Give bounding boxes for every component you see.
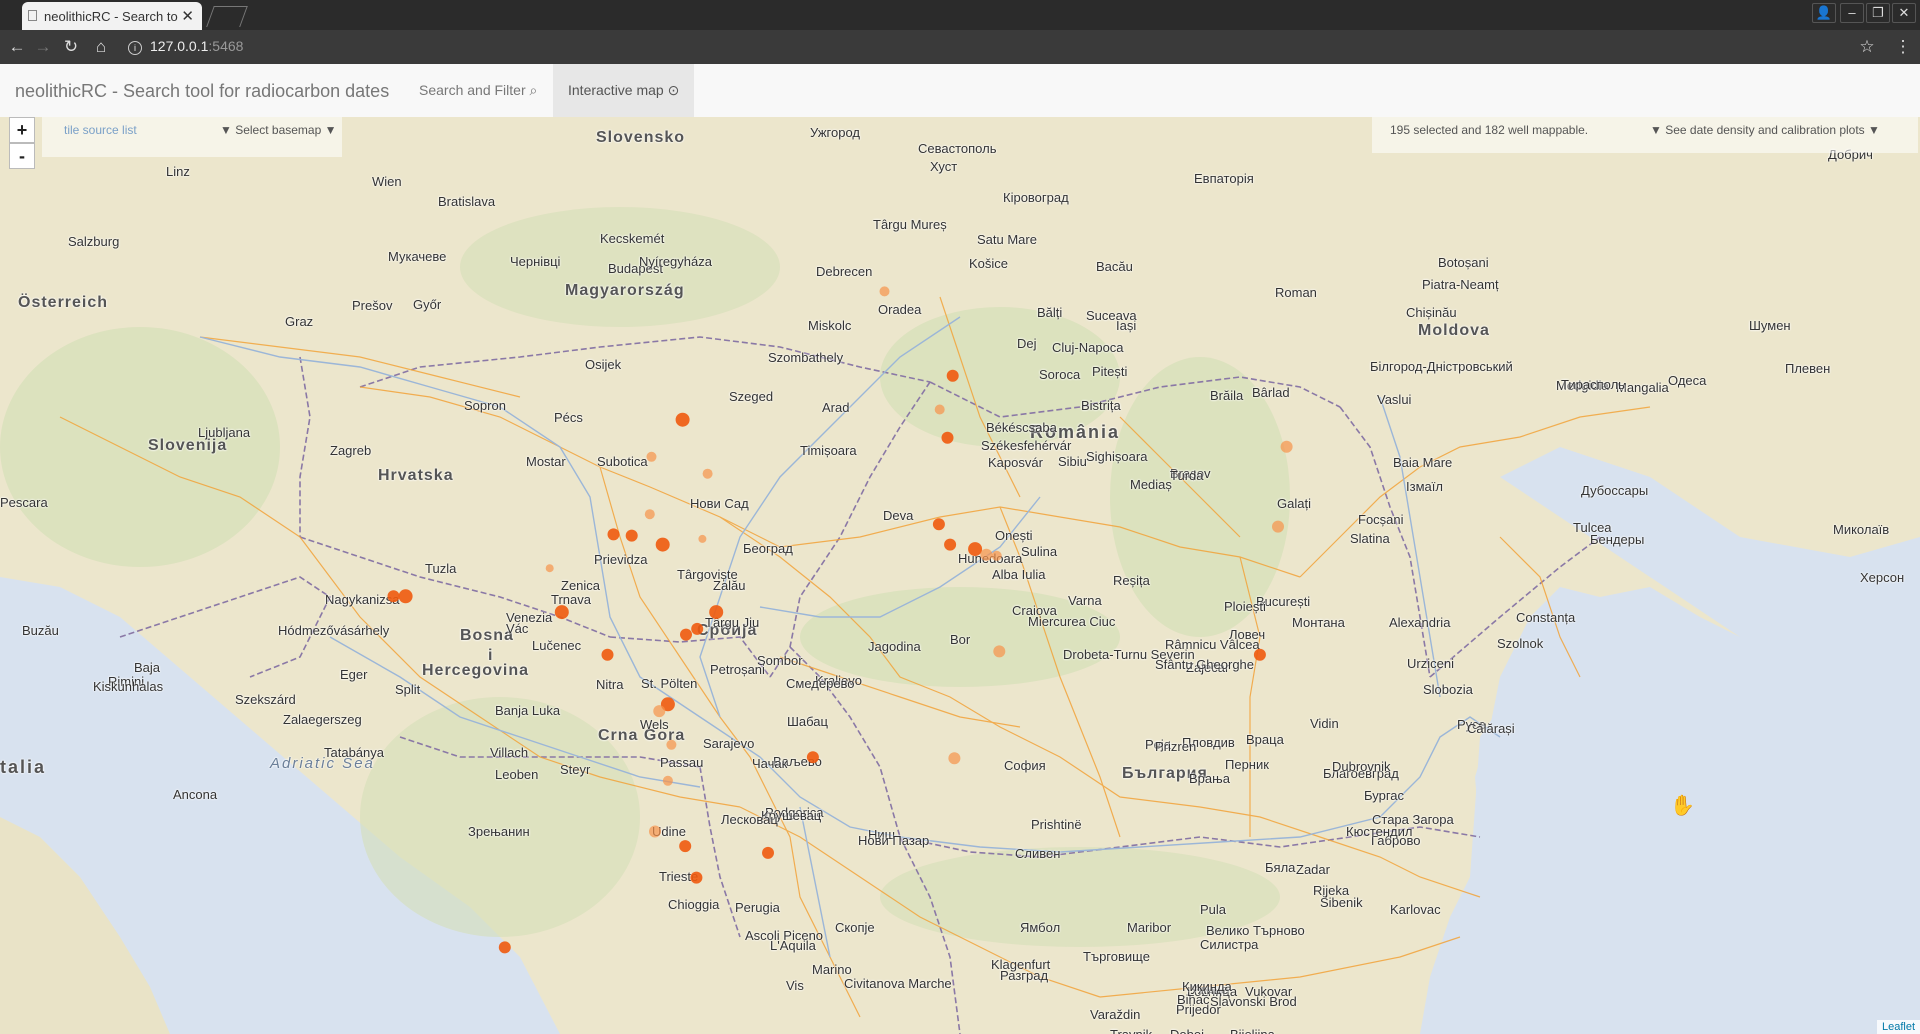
zoom-out-button[interactable]: - xyxy=(9,143,35,169)
browser-tab-title: neolithicRC - Search to xyxy=(44,9,178,24)
radiocarbon-site-marker[interactable] xyxy=(545,564,554,573)
home-icon[interactable]: ⌂ xyxy=(90,36,112,58)
back-icon[interactable]: ← xyxy=(6,36,28,58)
radiocarbon-site-marker[interactable] xyxy=(625,529,638,542)
zoom-in-button[interactable]: + xyxy=(9,117,35,143)
radiocarbon-site-marker[interactable] xyxy=(607,528,620,541)
address-bar[interactable]: i 127.0.0.1:5468 xyxy=(128,38,243,55)
bookmark-star-icon[interactable]: ☆ xyxy=(1856,36,1878,58)
radiocarbon-site-marker[interactable] xyxy=(709,605,724,620)
radiocarbon-site-marker[interactable] xyxy=(1280,440,1293,453)
radiocarbon-site-marker[interactable] xyxy=(653,705,666,718)
radiocarbon-site-marker[interactable] xyxy=(934,404,945,415)
radiocarbon-site-marker[interactable] xyxy=(698,534,707,543)
radiocarbon-site-marker[interactable] xyxy=(879,286,890,297)
radiocarbon-site-marker[interactable] xyxy=(666,739,677,750)
radiocarbon-site-marker[interactable] xyxy=(554,605,569,620)
profile-icon[interactable]: 👤 xyxy=(1812,3,1836,23)
document-icon xyxy=(28,10,37,21)
radiocarbon-site-marker[interactable] xyxy=(675,412,690,427)
browser-tab-bar: neolithicRC - Search to ✕ 👤 – ❐ ✕ xyxy=(0,0,1920,30)
app-navbar: neolithicRC - Search tool for radiocarbo… xyxy=(0,64,1920,118)
radiocarbon-site-marker[interactable] xyxy=(1253,648,1266,661)
radiocarbon-site-marker[interactable] xyxy=(702,468,713,479)
radiocarbon-markers-layer xyxy=(387,286,1293,954)
radiocarbon-site-marker[interactable] xyxy=(601,648,614,661)
radiocarbon-site-marker[interactable] xyxy=(968,542,983,557)
radiocarbon-site-marker[interactable] xyxy=(980,548,993,561)
radiocarbon-site-marker[interactable] xyxy=(680,628,692,641)
url-port: :5468 xyxy=(208,38,244,54)
radiocarbon-site-marker[interactable] xyxy=(1272,520,1284,533)
select-basemap-toggle[interactable]: ▼ Select basemap ▼ xyxy=(220,123,336,137)
radiocarbon-site-marker[interactable] xyxy=(946,369,959,382)
radiocarbon-site-marker[interactable] xyxy=(932,518,945,531)
radiocarbon-site-marker[interactable] xyxy=(398,589,413,604)
new-tab-button[interactable] xyxy=(206,6,248,27)
tab-search-and-filter[interactable]: Search and Filter ⌕ xyxy=(404,64,552,117)
radiocarbon-site-marker[interactable] xyxy=(944,538,957,551)
radiocarbon-site-marker[interactable] xyxy=(991,550,1002,561)
reload-icon[interactable]: ↻ xyxy=(60,36,82,58)
radiocarbon-site-marker[interactable] xyxy=(655,537,670,552)
hand-cursor-icon: ✋ xyxy=(1670,795,1695,817)
close-window-icon[interactable]: ✕ xyxy=(1892,3,1916,23)
minimize-icon[interactable]: – xyxy=(1840,3,1864,23)
restore-icon[interactable]: ❐ xyxy=(1866,3,1890,23)
radiocarbon-site-marker[interactable] xyxy=(679,840,692,853)
basemap-control: tile source list ▼ Select basemap ▼ xyxy=(42,117,342,157)
radiocarbon-site-marker[interactable] xyxy=(498,941,511,954)
app-brand[interactable]: neolithicRC - Search tool for radiocarbo… xyxy=(15,81,389,102)
radiocarbon-site-marker[interactable] xyxy=(646,451,657,462)
radiocarbon-site-marker[interactable] xyxy=(387,590,400,603)
browser-tab[interactable]: neolithicRC - Search to ✕ xyxy=(22,2,202,30)
selection-status: 195 selected and 182 well mappable. xyxy=(1390,123,1589,137)
radiocarbon-site-marker[interactable] xyxy=(649,825,661,838)
radiocarbon-site-marker[interactable] xyxy=(662,775,673,786)
url-host: 127.0.0.1 xyxy=(150,38,209,54)
tile-source-list-input[interactable]: tile source list xyxy=(64,123,137,137)
radiocarbon-site-marker[interactable] xyxy=(993,645,1006,658)
close-tab-icon[interactable]: ✕ xyxy=(181,7,194,25)
interactive-map[interactable]: Slovensko Magyarország România Österreich Sl… xyxy=(0,117,1920,1034)
forward-icon[interactable]: → xyxy=(32,36,54,58)
radiocarbon-site-marker[interactable] xyxy=(644,509,655,520)
date-density-plots-toggle[interactable]: ▼ See date density and calibration plots… xyxy=(1650,123,1880,137)
radiocarbon-site-marker[interactable] xyxy=(941,431,954,444)
radiocarbon-site-marker[interactable] xyxy=(690,871,703,884)
radiocarbon-site-marker[interactable] xyxy=(806,751,819,764)
browser-menu-icon[interactable]: ⋮ xyxy=(1892,36,1914,58)
radiocarbon-site-marker[interactable] xyxy=(691,622,704,635)
radiocarbon-site-marker[interactable] xyxy=(762,846,774,859)
info-icon[interactable]: i xyxy=(128,41,142,55)
tab-interactive-map[interactable]: Interactive map ⊙ xyxy=(553,64,695,117)
browser-toolbar: ← → ↻ ⌂ i 127.0.0.1:5468 ☆ ⋮ xyxy=(0,30,1920,64)
selection-control: 195 selected and 182 well mappable. ▼ Se… xyxy=(1372,117,1918,153)
radiocarbon-site-marker[interactable] xyxy=(948,752,961,765)
leaflet-attribution[interactable]: Leaflet xyxy=(1876,1020,1920,1034)
